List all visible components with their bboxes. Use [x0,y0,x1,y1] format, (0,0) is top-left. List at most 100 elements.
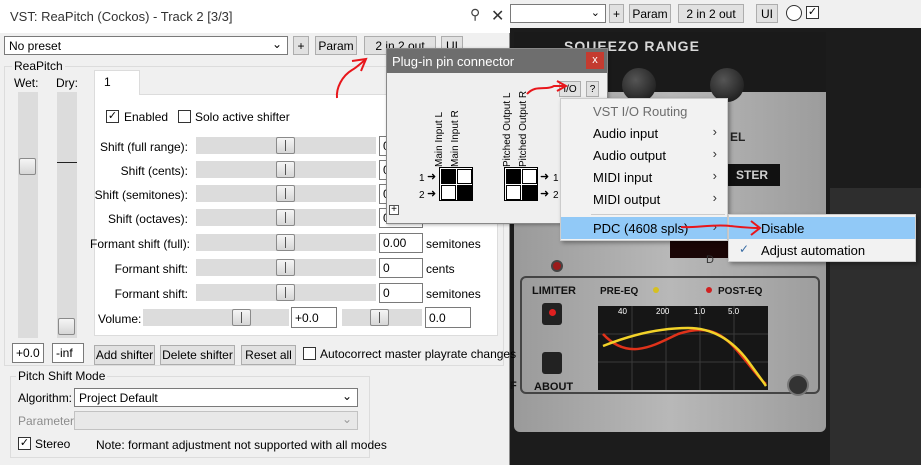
input-pin-cell[interactable] [441,169,456,184]
shifter-row-slider[interactable] [196,209,376,226]
input-pin-cell[interactable] [441,185,456,200]
input-pin-matrix[interactable] [439,167,473,201]
pan-value-field[interactable]: 0.0 [425,307,471,328]
shifter-row-slider[interactable] [196,161,376,178]
shifter-row-unit: semitones [426,237,481,251]
output-pin-cell[interactable] [506,185,521,200]
wet-slider-thumb[interactable] [19,158,36,175]
wet-slider[interactable] [18,92,38,338]
output-pin-cell[interactable] [506,169,521,184]
host-bypass-checkbox[interactable]: ✓ [806,6,819,19]
dry-slider[interactable] [57,92,77,338]
volume-slider[interactable] [143,309,289,326]
limiter-led-icon [549,309,556,316]
pre-eq-led-icon [653,287,659,293]
solo-checkbox[interactable] [178,110,191,123]
input-pin-cell[interactable] [457,169,472,184]
pdc-submenu: Disable ✓ Adjust automation [728,214,916,262]
input-pin-cell[interactable] [457,185,472,200]
shifter-row-slider[interactable] [196,185,376,202]
host-io-button[interactable]: 2 in 2 out [678,4,744,23]
shifter-row-value[interactable]: 0 [379,258,423,278]
slider-thumb[interactable] [276,161,295,178]
knob-icon[interactable] [622,68,656,102]
post-eq-label: POST-EQ [718,286,763,297]
pin-connector-titlebar[interactable]: Plug-in pin connector x [387,49,607,73]
slider-thumb[interactable] [276,209,295,226]
menu-item-pdc[interactable]: PDC (4608 spls) › [561,217,727,239]
volume-label: Volume: [98,312,142,326]
menu-item-audio-output[interactable]: Audio output › [561,144,727,166]
pan-slider[interactable] [342,309,422,326]
eq-curve-svg [598,306,768,390]
help-button[interactable]: ? [586,81,599,97]
host-ui-button[interactable]: UI [756,4,778,23]
dry-slider-thumb[interactable] [58,318,75,335]
reapitch-group-label: ReaPitch [12,59,65,73]
limiter-label: LIMITER [532,285,576,297]
add-pins-button[interactable]: + [389,205,399,215]
shifter-row-label: Shift (full range): [99,140,188,154]
slider-thumb[interactable] [276,234,295,251]
preset-dropdown[interactable]: No preset ⌄ [4,36,288,55]
slider-thumb[interactable] [232,309,251,326]
plugin-d-label: D [706,254,714,266]
enabled-checkbox[interactable]: ✓ [106,110,119,123]
param-button[interactable]: Param [315,36,357,55]
output-pin-cell[interactable] [522,169,537,184]
shifter-row-slider[interactable] [196,137,376,154]
add-shifter-button[interactable]: Add shifter [94,345,155,365]
slider-thumb[interactable] [370,309,389,326]
slider-thumb[interactable] [276,137,295,154]
chevron-right-icon: › [712,168,717,183]
preset-plus-button[interactable]: + [293,36,309,55]
dry-slider-marker [57,162,77,163]
knob-icon[interactable] [787,374,809,396]
menu-item-midi-input[interactable]: MIDI input › [561,166,727,188]
autocorrect-checkbox[interactable] [303,347,316,360]
menu-item-midi-output[interactable]: MIDI output › [561,188,727,210]
menu-item-disable[interactable]: Disable [729,217,915,239]
tab-1[interactable]: 1 [94,70,140,95]
pin-connector-close-button[interactable]: x [586,52,604,69]
stereo-checkbox[interactable]: ✓ [18,437,31,450]
volume-value-field[interactable]: +0.0 [291,307,337,328]
fx-window-titlebar[interactable]: VST: ReaPitch (Cockos) - Track 2 [3/3] ⚲… [0,0,510,33]
menu-item-label: Disable [761,220,805,236]
preset-value: No preset [9,39,62,53]
input-pin-label: Main Input R [450,110,461,167]
enabled-label: Enabled [124,110,169,124]
delete-shifter-button[interactable]: Delete shifter [160,345,235,365]
stereo-label: Stereo [35,437,71,451]
slider-thumb[interactable] [276,259,295,276]
host-preset-dropdown[interactable]: ⌄ [510,4,606,23]
menu-item-adjust-automation[interactable]: ✓ Adjust automation [729,239,915,261]
slider-thumb[interactable] [276,185,295,202]
shifter-row-label: Shift (octaves): [107,212,188,226]
io-routing-button[interactable]: I/O [559,81,581,97]
slider-thumb[interactable] [276,284,295,301]
host-wet-knob-icon[interactable] [786,5,802,21]
close-icon[interactable]: ✕ [491,6,504,26]
shifter-row-slider[interactable] [196,259,376,276]
shifter-row-value[interactable]: 0 [379,283,423,303]
host-plus-button[interactable]: + [609,4,624,23]
chevron-right-icon: › [712,190,717,205]
red-led-icon [551,260,563,272]
menu-item-audio-input[interactable]: Audio input › [561,122,727,144]
reset-all-button[interactable]: Reset all [241,345,296,365]
about-button[interactable] [542,352,562,374]
shifter-row-slider[interactable] [196,234,376,251]
host-param-button[interactable]: Param [629,4,671,23]
shifter-row-slider[interactable] [196,284,376,301]
shifter-row-value[interactable]: 0.00 [379,233,423,253]
knob-icon[interactable] [710,68,744,102]
pin-icon[interactable]: ⚲ [470,6,480,23]
arrow-right-icon: ➜ [540,171,550,183]
autocorrect-label: Autocorrect master playrate changes [320,347,517,361]
algorithm-dropdown[interactable]: Project Default ⌄ [74,388,358,407]
output-pin-matrix[interactable] [504,167,538,201]
dry-value-field[interactable]: -inf [52,343,84,363]
wet-value-field[interactable]: +0.0 [12,343,44,363]
output-pin-cell[interactable] [522,185,537,200]
